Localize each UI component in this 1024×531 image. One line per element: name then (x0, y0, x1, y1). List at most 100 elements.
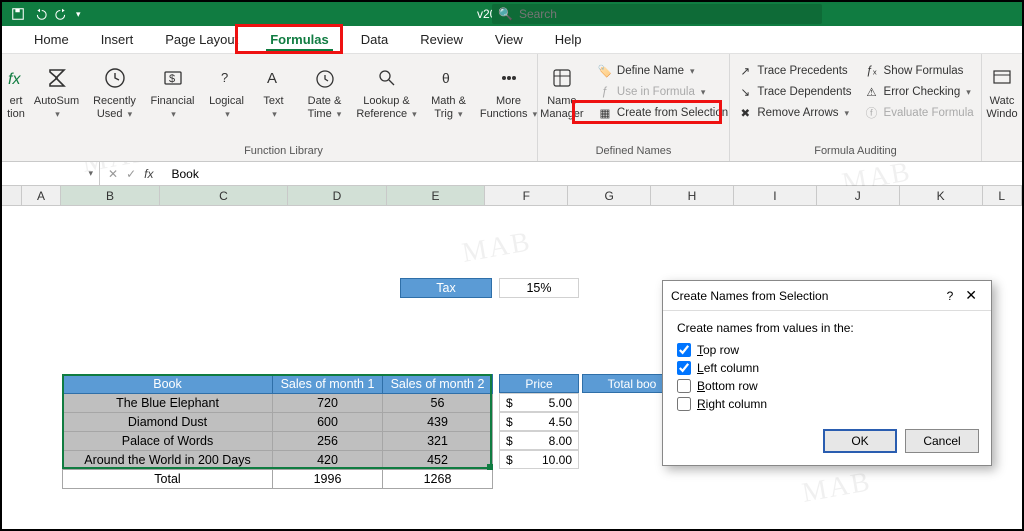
column-header[interactable]: A (22, 186, 61, 205)
name-box[interactable]: ▾ (2, 162, 100, 185)
column-header[interactable]: H (651, 186, 734, 205)
dialog-help-button[interactable]: ? (941, 289, 960, 303)
column-header[interactable]: K (900, 186, 983, 205)
remove-arrows-icon: ✖ (737, 105, 753, 121)
redo-icon[interactable] (54, 6, 70, 22)
table-header[interactable]: Sales of month 2 (383, 375, 493, 394)
trace-precedents-icon: ↗ (737, 63, 753, 79)
price-header-cell[interactable]: Price (499, 374, 579, 393)
tab-data[interactable]: Data (357, 28, 392, 51)
dialog-prompt: Create names from values in the: (677, 321, 977, 335)
tab-page-layout[interactable]: Page Layout (161, 28, 242, 51)
show-formulas-button[interactable]: ƒₓShow Formulas (862, 62, 976, 80)
define-name-button[interactable]: 🏷️Define Name▾ (595, 62, 730, 80)
price-cell[interactable]: $8.00 (499, 431, 579, 450)
top-row-label[interactable]: Top row (697, 343, 739, 357)
table-header[interactable]: Book (63, 375, 273, 394)
qat-chevron-down-icon[interactable]: ▾ (76, 9, 81, 20)
svg-text:?: ? (221, 70, 228, 85)
column-headers: ABCDEFGHIJKL (2, 186, 1022, 206)
tab-review[interactable]: Review (416, 28, 467, 51)
search-input[interactable] (519, 7, 816, 21)
evaluate-formula-icon: ⓕ (864, 105, 880, 121)
evaluate-formula-button[interactable]: ⓕEvaluate Formula (862, 104, 976, 122)
insert-function-button[interactable]: fxert tion (2, 58, 30, 122)
math-trig-button[interactable]: θMath & Trig ▾ (422, 58, 476, 122)
autosum-button[interactable]: AutoSum▾ (30, 58, 84, 122)
left-column-checkbox[interactable] (677, 361, 691, 375)
show-formulas-icon: ƒₓ (864, 63, 880, 79)
lookup-reference-button[interactable]: Lookup & Reference ▾ (356, 58, 418, 122)
trace-precedents-button[interactable]: ↗Trace Precedents (735, 62, 853, 80)
use-in-formula-button[interactable]: ƒUse in Formula▾ (595, 83, 730, 101)
date-time-button[interactable]: Date & Time ▾ (298, 58, 352, 122)
ok-button[interactable]: OK (823, 429, 897, 453)
price-cell[interactable]: $4.50 (499, 412, 579, 431)
create-names-dialog: Create Names from Selection ? ✕ Create n… (662, 280, 992, 466)
more-functions-button[interactable]: More Functions ▾ (480, 58, 538, 122)
dialog-close-button[interactable]: ✕ (959, 287, 983, 304)
column-header[interactable]: B (61, 186, 160, 205)
right-column-checkbox[interactable] (677, 397, 691, 411)
select-all-triangle[interactable] (2, 186, 22, 205)
tab-home[interactable]: Home (30, 28, 73, 51)
table-row[interactable]: The Blue Elephant72056 (63, 394, 493, 413)
tab-view[interactable]: View (491, 28, 527, 51)
column-header[interactable]: E (387, 186, 486, 205)
svg-text:A: A (267, 70, 277, 87)
data-table[interactable]: Book Sales of month 1 Sales of month 2 T… (62, 374, 493, 489)
logical-button[interactable]: ?Logical▾ (204, 58, 250, 122)
table-total-row[interactable]: Total19961268 (63, 470, 493, 489)
trace-dependents-button[interactable]: ↘Trace Dependents (735, 83, 853, 101)
group-label-defined-names: Defined Names (596, 143, 672, 159)
search-icon: 🔍 (498, 7, 513, 21)
tab-formulas[interactable]: Formulas (266, 28, 333, 51)
group-label-function-library: Function Library (244, 143, 323, 159)
trace-dependents-icon: ↘ (737, 84, 753, 100)
column-header[interactable]: D (288, 186, 387, 205)
tax-label-cell[interactable]: Tax (400, 278, 492, 298)
column-header[interactable]: L (983, 186, 1022, 205)
error-checking-button[interactable]: ⚠Error Checking▾ (862, 83, 976, 101)
error-checking-icon: ⚠ (864, 84, 880, 100)
svg-text:$: $ (169, 73, 175, 85)
column-header[interactable]: G (568, 186, 651, 205)
table-row[interactable]: Palace of Words256321 (63, 432, 493, 451)
text-button[interactable]: AText▾ (254, 58, 294, 122)
tab-insert[interactable]: Insert (97, 28, 138, 51)
column-header[interactable]: F (485, 186, 568, 205)
financial-button[interactable]: $Financial▾ (146, 58, 200, 122)
svg-text:θ: θ (442, 70, 450, 86)
tax-value-cell[interactable]: 15% (499, 278, 579, 298)
chevron-down-icon[interactable]: ▾ (88, 168, 93, 179)
watch-window-button[interactable]: Watc Windo (982, 58, 1022, 122)
column-header[interactable]: I (734, 186, 817, 205)
bottom-row-label[interactable]: Bottom row (697, 379, 758, 393)
table-row[interactable]: Around the World in 200 Days420452 (63, 451, 493, 470)
price-cell[interactable]: $10.00 (499, 450, 579, 469)
create-from-selection-button[interactable]: ▦Create from Selection (595, 104, 730, 122)
recently-used-button[interactable]: Recently Used ▾ (88, 58, 142, 122)
define-name-icon: 🏷️ (597, 63, 613, 79)
table-header[interactable]: Sales of month 1 (273, 375, 383, 394)
remove-arrows-button[interactable]: ✖Remove Arrows▾ (735, 104, 853, 122)
ribbon: fxert tion AutoSum▾ Recently Used ▾ $Fin… (2, 54, 1022, 162)
formula-input[interactable]: Book (167, 167, 1022, 181)
undo-icon[interactable] (32, 6, 48, 22)
column-header[interactable]: J (817, 186, 900, 205)
name-manager-button[interactable]: Name Manager (535, 58, 589, 122)
cancel-formula-icon[interactable]: ✕ (108, 167, 118, 181)
fx-icon[interactable]: fx (144, 167, 153, 181)
right-column-label[interactable]: Right column (697, 397, 767, 411)
column-header[interactable]: C (160, 186, 288, 205)
save-icon[interactable] (10, 6, 26, 22)
cancel-button[interactable]: Cancel (905, 429, 979, 453)
table-row[interactable]: Diamond Dust600439 (63, 413, 493, 432)
top-row-checkbox[interactable] (677, 343, 691, 357)
price-cell[interactable]: $5.00 (499, 393, 579, 412)
tab-help[interactable]: Help (551, 28, 586, 51)
enter-formula-icon[interactable]: ✓ (126, 167, 136, 181)
bottom-row-checkbox[interactable] (677, 379, 691, 393)
left-column-label[interactable]: Left column (697, 361, 759, 375)
search-box[interactable]: 🔍 (492, 4, 822, 24)
